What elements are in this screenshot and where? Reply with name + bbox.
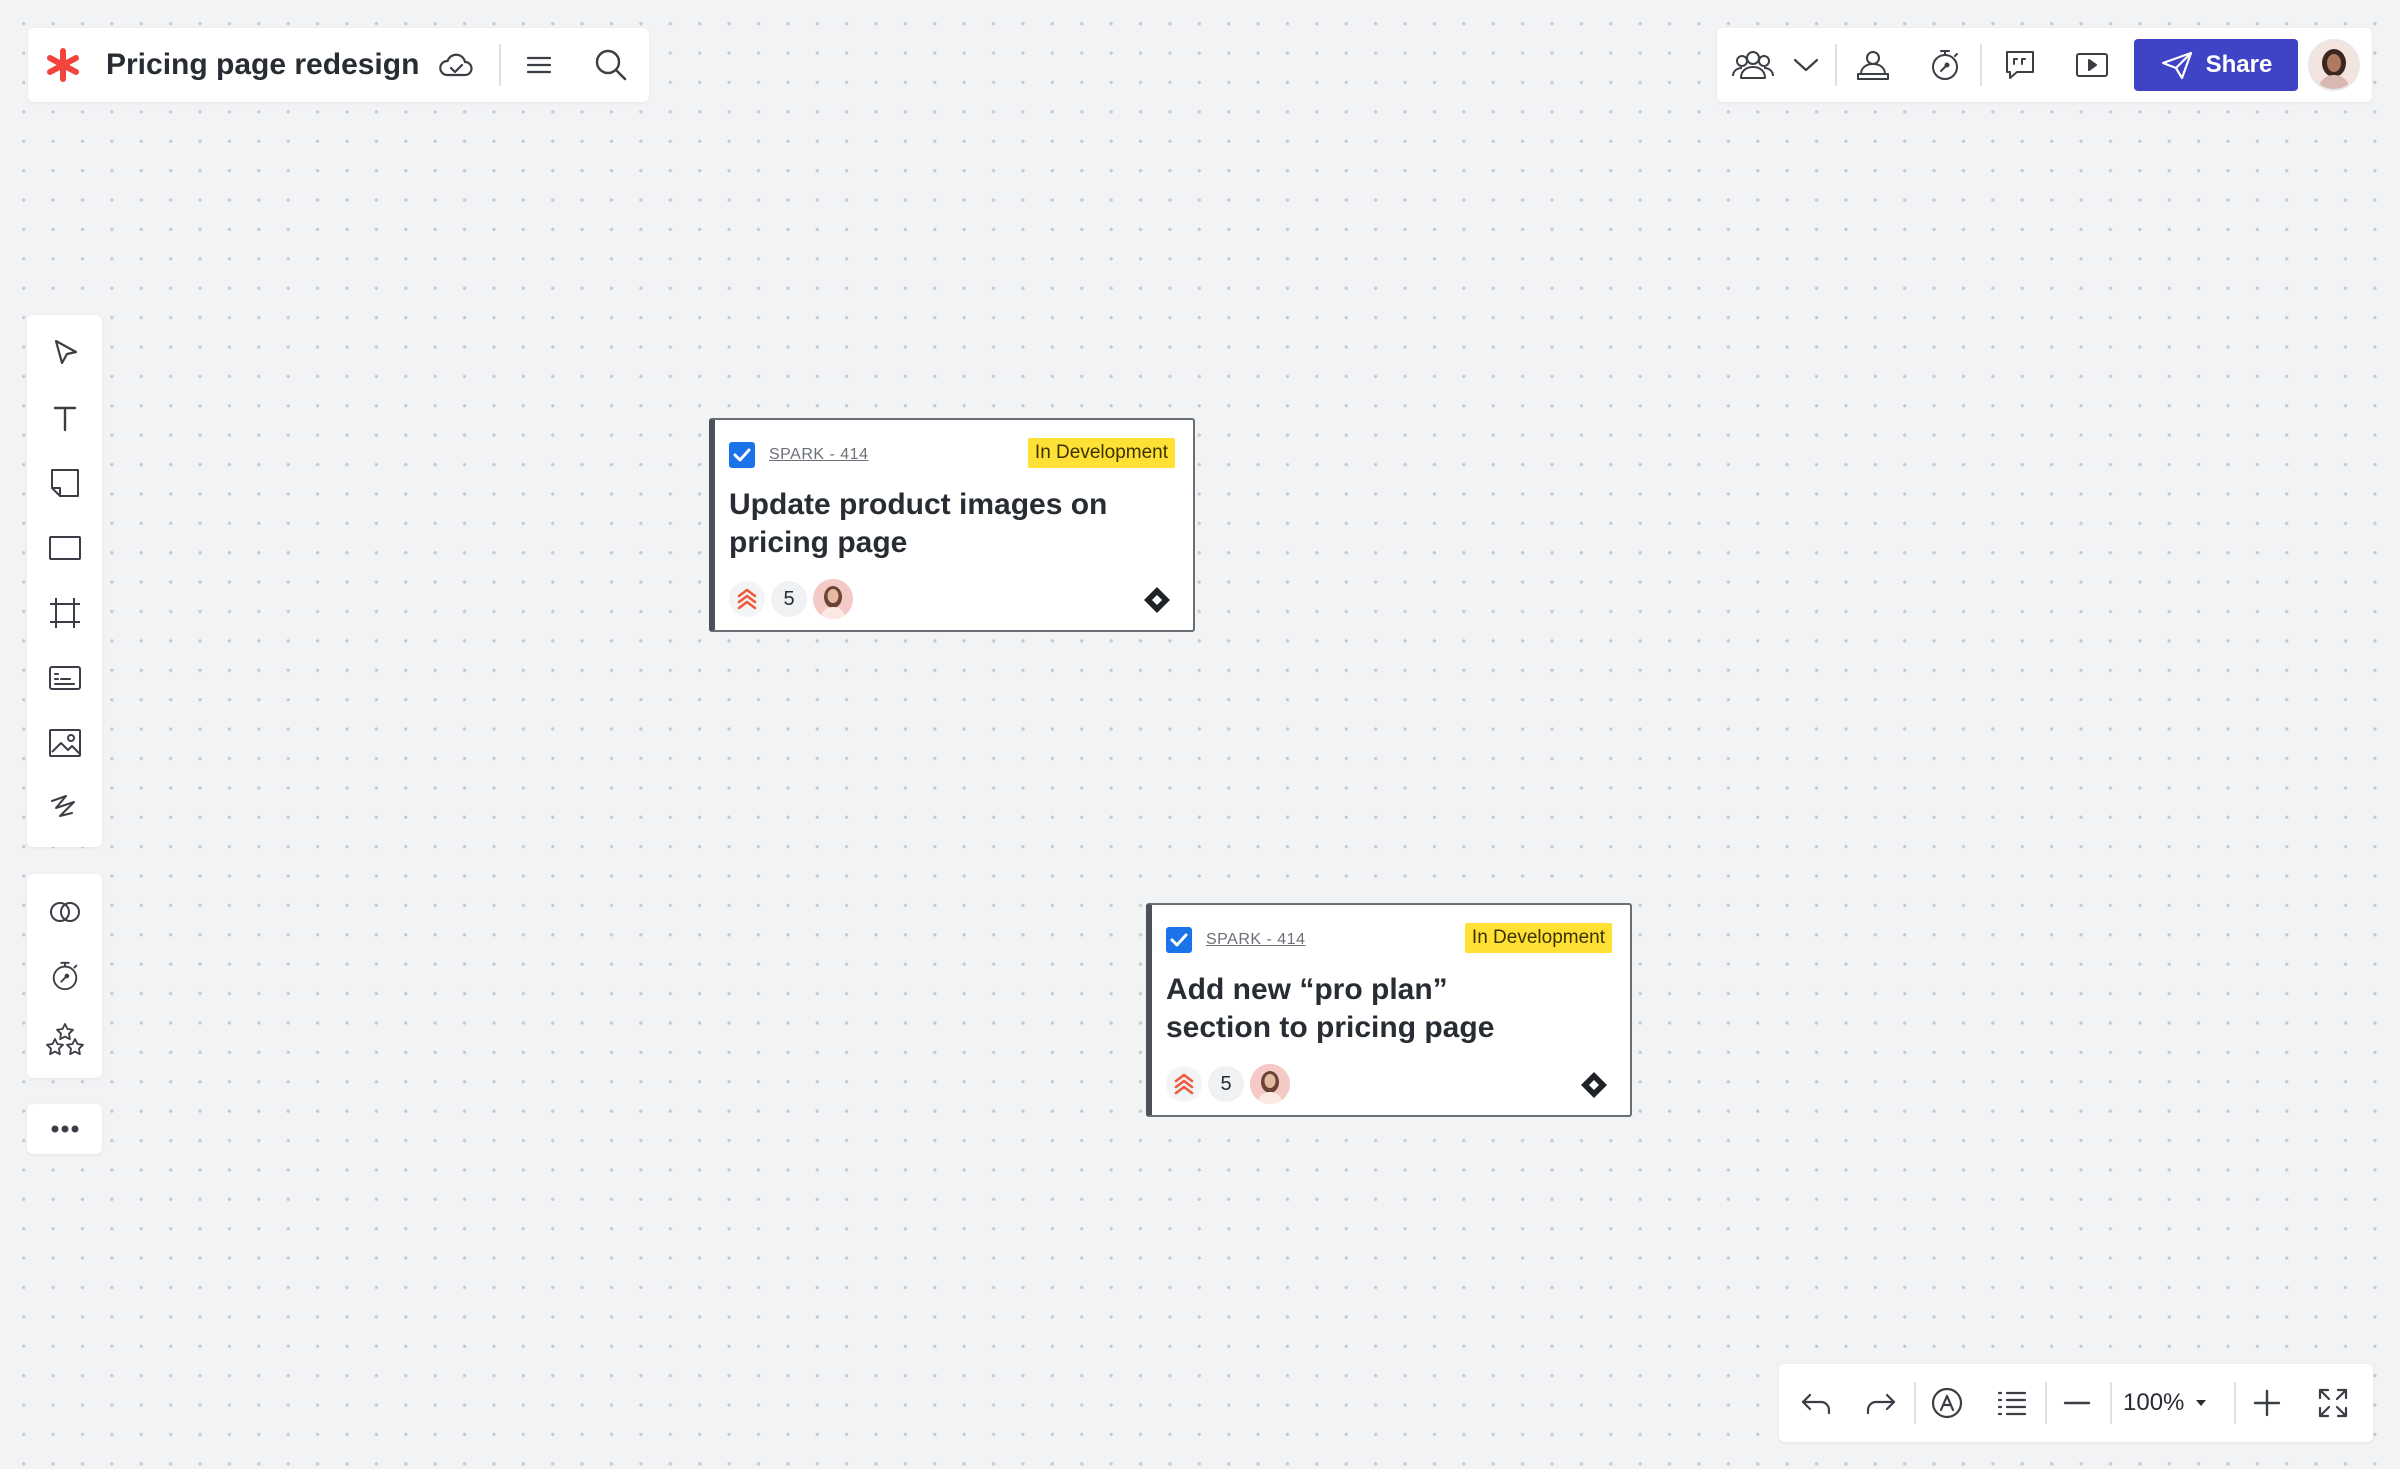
pen-icon[interactable] [45, 788, 85, 828]
zoom-out-icon[interactable] [2058, 1384, 2096, 1422]
jira-card[interactable]: SPARK - 414 In Development Update produc… [709, 418, 1195, 632]
user-avatar[interactable] [2308, 39, 2360, 91]
jira-logo-icon [1143, 586, 1171, 614]
frame-icon[interactable] [45, 593, 85, 633]
document-title[interactable]: Pricing page redesign [106, 46, 419, 84]
share-button[interactable]: Share [2134, 39, 2298, 91]
star-rating-icon[interactable] [45, 1020, 85, 1060]
jira-logo-icon [1580, 1071, 1608, 1099]
issue-key-link[interactable]: SPARK - 414 [1206, 931, 1305, 949]
send-icon [2160, 50, 2194, 80]
creation-toolbar [27, 315, 102, 847]
assignee-avatar[interactable] [1250, 1064, 1290, 1104]
status-badge[interactable]: In Development [1464, 923, 1612, 953]
cloud-check-icon[interactable] [438, 47, 474, 83]
document-header: Pricing page redesign [28, 28, 649, 102]
timer-icon[interactable] [45, 956, 85, 996]
list-icon[interactable] [1993, 1384, 2031, 1422]
comments-icon[interactable] [2001, 47, 2039, 83]
extras-toolbar [27, 874, 102, 1078]
card-title: Update product images on pricing page [729, 488, 1108, 559]
priority-highest-icon [729, 581, 765, 617]
status-badge[interactable]: In Development [1027, 438, 1175, 468]
more-tools[interactable] [27, 1104, 102, 1154]
caret-down-icon [2194, 1398, 2208, 1408]
presenter-icon[interactable] [1854, 47, 1892, 83]
hamburger-menu-icon[interactable] [521, 47, 557, 83]
zoom-in-icon[interactable] [2248, 1384, 2286, 1422]
task-checkbox-icon[interactable] [1166, 927, 1192, 953]
story-points: 5 [771, 581, 807, 617]
task-checkbox-icon[interactable] [729, 442, 755, 468]
share-label: Share [2205, 51, 2273, 78]
present-play-icon[interactable] [2073, 47, 2111, 83]
search-icon[interactable] [593, 47, 629, 83]
priority-highest-icon [1166, 1066, 1202, 1102]
card-title: Add new “pro plan” section to pricing pa… [1166, 973, 1495, 1044]
undo-icon[interactable] [1797, 1384, 1835, 1422]
rectangle-icon[interactable] [45, 528, 85, 568]
text-icon[interactable] [45, 398, 85, 438]
chevron-down-icon[interactable] [1787, 47, 1825, 83]
jira-card[interactable]: SPARK - 414 In Development Add new “pro … [1146, 903, 1632, 1117]
zoom-dropdown[interactable]: 100% [2123, 1386, 2208, 1420]
timer-icon[interactable] [1926, 47, 1964, 83]
asterisk-logo-icon[interactable] [46, 48, 80, 82]
story-points: 5 [1208, 1066, 1244, 1102]
collaboration-toolbar: Share [1717, 28, 2372, 102]
sticky-note-icon[interactable] [45, 463, 85, 503]
image-icon[interactable] [45, 723, 85, 763]
integrations-icon[interactable] [45, 892, 85, 932]
collaborators-icon[interactable] [1731, 47, 1775, 83]
fullscreen-icon[interactable] [2314, 1384, 2352, 1422]
more-icon[interactable] [45, 1109, 85, 1149]
assignee-avatar[interactable] [813, 579, 853, 619]
zoom-level: 100% [2123, 1389, 2185, 1416]
card-icon[interactable] [45, 658, 85, 698]
auto-icon[interactable] [1928, 1384, 1966, 1422]
bottom-toolbar: 100% [1779, 1364, 2373, 1442]
issue-key-link[interactable]: SPARK - 414 [769, 446, 868, 464]
redo-icon[interactable] [1862, 1384, 1900, 1422]
select-arrow-icon[interactable] [45, 333, 85, 373]
